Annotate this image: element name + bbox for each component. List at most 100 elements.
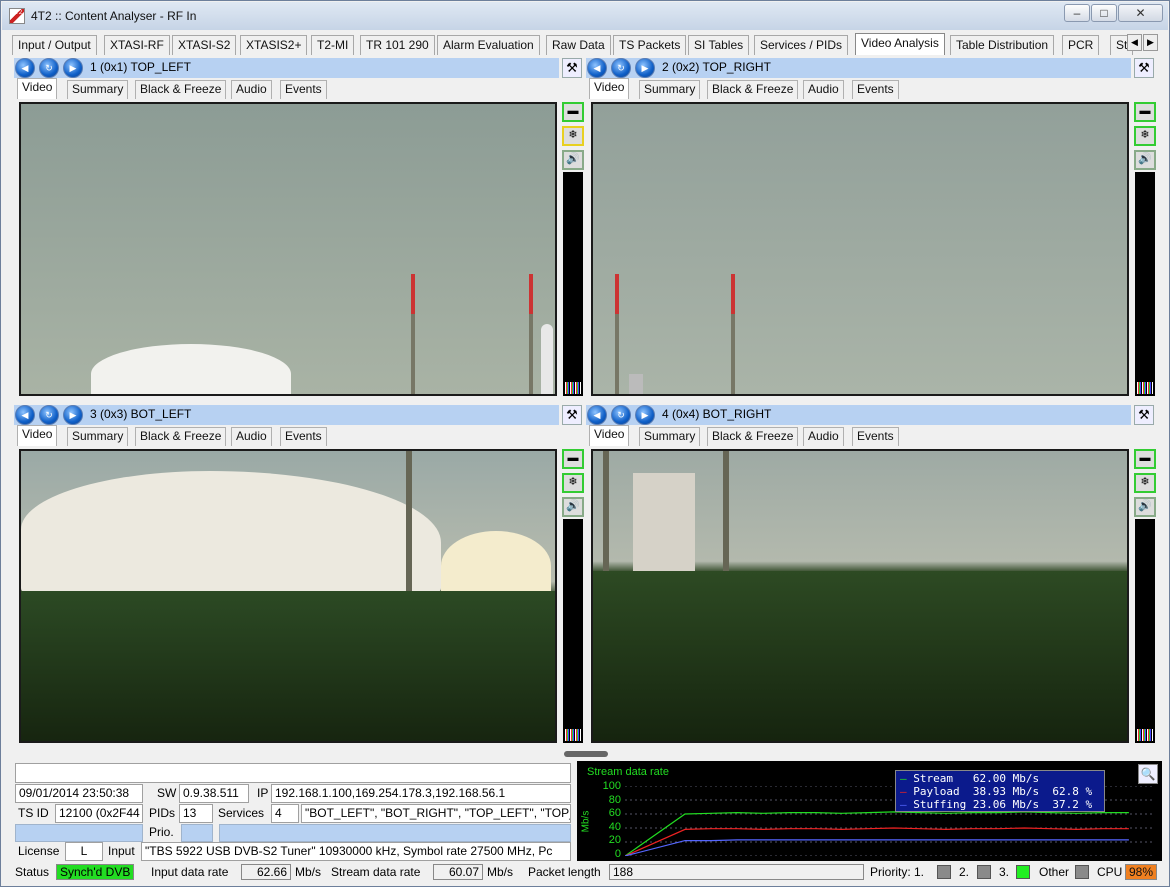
subtab-black-freeze[interactable]: Black & Freeze	[135, 80, 227, 99]
display-icon[interactable]: ▬	[1134, 449, 1156, 469]
play-icon[interactable]: ◀	[15, 58, 35, 78]
subtab-audio[interactable]: Audio	[231, 427, 272, 446]
video-panel-bottom-right: ◀ ↻ ▶ 4 (0x4) BOT_RIGHT ⚒ Video Summary …	[586, 405, 1158, 745]
next-icon[interactable]: ▶	[635, 58, 655, 78]
tab-scroll-right-icon[interactable]: ▶	[1143, 34, 1158, 51]
speaker-icon[interactable]: 🔊	[562, 497, 584, 517]
status-label: Status	[15, 865, 50, 879]
maximize-button[interactable]: □	[1091, 4, 1117, 22]
legend-stuffing: ― Stuffing 23.06 Mb/s 37.2 %	[900, 798, 1093, 811]
display-icon[interactable]: ▬	[562, 102, 584, 122]
next-icon[interactable]: ▶	[63, 58, 83, 78]
speaker-icon[interactable]: 🔊	[562, 150, 584, 170]
video-panel-top-right: ◀ ↻ ▶ 2 (0x2) TOP_RIGHT ⚒ Video Summary …	[586, 58, 1158, 396]
subtab-events[interactable]: Events	[852, 427, 899, 446]
subtab-video[interactable]: Video	[17, 78, 58, 99]
snapshot-icon[interactable]: ❄	[1134, 473, 1156, 493]
forest-shape	[593, 571, 1127, 741]
tab-t2-mi[interactable]: T2-MI	[311, 35, 355, 55]
tab-alarm-evaluation[interactable]: Alarm Evaluation	[437, 35, 540, 55]
snapshot-icon[interactable]: ❄	[1134, 126, 1156, 146]
settings-tools-icon[interactable]: ⚒	[1134, 58, 1154, 78]
window-title: 4T2 :: Content Analyser - RF In	[31, 9, 197, 23]
ytick: 80	[608, 793, 621, 806]
video-panel-bottom-left: ◀ ↻ ▶ 3 (0x3) BOT_LEFT ⚒ Video Summary B…	[14, 405, 586, 745]
subtab-events[interactable]: Events	[852, 80, 899, 99]
speaker-icon[interactable]: 🔊	[1134, 497, 1156, 517]
subtab-black-freeze[interactable]: Black & Freeze	[707, 80, 799, 99]
subtab-audio[interactable]: Audio	[803, 80, 844, 99]
play-icon[interactable]: ◀	[587, 405, 607, 425]
tab-table-distribution[interactable]: Table Distribution	[950, 35, 1055, 55]
speaker-icon[interactable]: 🔊	[1134, 150, 1156, 170]
title-bar[interactable]: 4T2 4T2 :: Content Analyser - RF In – □ …	[2, 2, 1168, 30]
refresh-icon[interactable]: ↻	[39, 58, 59, 78]
datetime-field: 09/01/2014 23:50:38	[15, 784, 143, 803]
subtab-summary[interactable]: Summary	[67, 427, 129, 446]
tab-pcr[interactable]: PCR	[1062, 35, 1100, 55]
stream-rate-unit: Mb/s	[487, 865, 514, 879]
settings-tools-icon[interactable]: ⚒	[1134, 405, 1154, 425]
panel-sidebar: ▬ ❄ 🔊	[1134, 449, 1156, 743]
tab-input-output[interactable]: Input / Output	[12, 35, 97, 55]
subtab-events[interactable]: Events	[280, 427, 327, 446]
video-frame	[19, 102, 557, 396]
subtab-black-freeze[interactable]: Black & Freeze	[707, 427, 799, 446]
settings-tools-icon[interactable]: ⚒	[562, 58, 582, 78]
zoom-icon[interactable]: 🔍	[1138, 764, 1158, 784]
cpu-value: 98%	[1125, 864, 1158, 880]
prio-field	[181, 824, 213, 842]
next-icon[interactable]: ▶	[635, 405, 655, 425]
play-icon[interactable]: ◀	[587, 58, 607, 78]
refresh-icon[interactable]: ↻	[39, 405, 59, 425]
tab-xtasi-rf[interactable]: XTASI-RF	[104, 35, 170, 55]
license-label: License	[18, 844, 60, 858]
refresh-icon[interactable]: ↻	[611, 58, 631, 78]
tab-xtasi-s2[interactable]: XTASI-S2	[172, 35, 237, 55]
video-frame	[591, 102, 1129, 396]
close-button[interactable]: ✕	[1118, 4, 1163, 22]
ip-field: 192.168.1.100,169.254.178.3,192.168.56.1	[271, 784, 571, 803]
smoke-shape	[91, 344, 291, 394]
subtab-video[interactable]: Video	[589, 425, 630, 446]
priority-2-label: 2.	[959, 865, 970, 879]
display-icon[interactable]: ▬	[562, 449, 584, 469]
next-icon[interactable]: ▶	[63, 405, 83, 425]
tab-raw-data[interactable]: Raw Data	[546, 35, 611, 55]
stream-rate-value: 60.07	[433, 864, 483, 880]
subtab-video[interactable]: Video	[17, 425, 58, 446]
tab-tr101290[interactable]: TR 101 290	[360, 35, 435, 55]
priority-3-indicator	[1016, 865, 1030, 879]
subtab-audio[interactable]: Audio	[231, 80, 272, 99]
snapshot-icon[interactable]: ❄	[562, 473, 584, 493]
tab-si-tables[interactable]: SI Tables	[688, 35, 750, 55]
tab-services-pids[interactable]: Services / PIDs	[754, 35, 849, 55]
subtab-audio[interactable]: Audio	[803, 427, 844, 446]
subtab-events[interactable]: Events	[280, 80, 327, 99]
play-icon[interactable]: ◀	[15, 405, 35, 425]
settings-tools-icon[interactable]: ⚒	[562, 405, 582, 425]
panel-subtabs: Video Summary Black & Freeze Audio Event…	[589, 78, 1129, 100]
panel-title: 4 (0x4) BOT_RIGHT	[662, 407, 772, 421]
subtab-summary[interactable]: Summary	[639, 80, 701, 99]
display-icon[interactable]: ▬	[1134, 102, 1156, 122]
tab-scroll-left-icon[interactable]: ◀	[1127, 34, 1142, 51]
audio-meter	[563, 172, 583, 396]
panel-subtabs: Video Summary Black & Freeze Audio Event…	[589, 425, 1129, 447]
refresh-icon[interactable]: ↻	[611, 405, 631, 425]
other-label: Other	[1039, 865, 1070, 879]
ytick: 100	[602, 780, 621, 792]
snapshot-icon[interactable]: ❄	[562, 126, 584, 146]
tab-xtasis2plus[interactable]: XTASIS2+	[240, 35, 308, 55]
pids-field: 13	[179, 804, 213, 823]
subtab-black-freeze[interactable]: Black & Freeze	[135, 427, 227, 446]
tab-video-analysis[interactable]: Video Analysis	[855, 33, 945, 55]
subtab-summary[interactable]: Summary	[639, 427, 701, 446]
tab-ts-packets[interactable]: TS Packets	[613, 35, 687, 55]
subtab-video[interactable]: Video	[589, 78, 630, 99]
subtab-summary[interactable]: Summary	[67, 80, 129, 99]
splitter-handle[interactable]	[564, 751, 608, 757]
panel-sidebar: ▬ ❄ 🔊	[562, 449, 584, 743]
message-input[interactable]	[15, 763, 571, 783]
minimize-button[interactable]: –	[1064, 4, 1090, 22]
